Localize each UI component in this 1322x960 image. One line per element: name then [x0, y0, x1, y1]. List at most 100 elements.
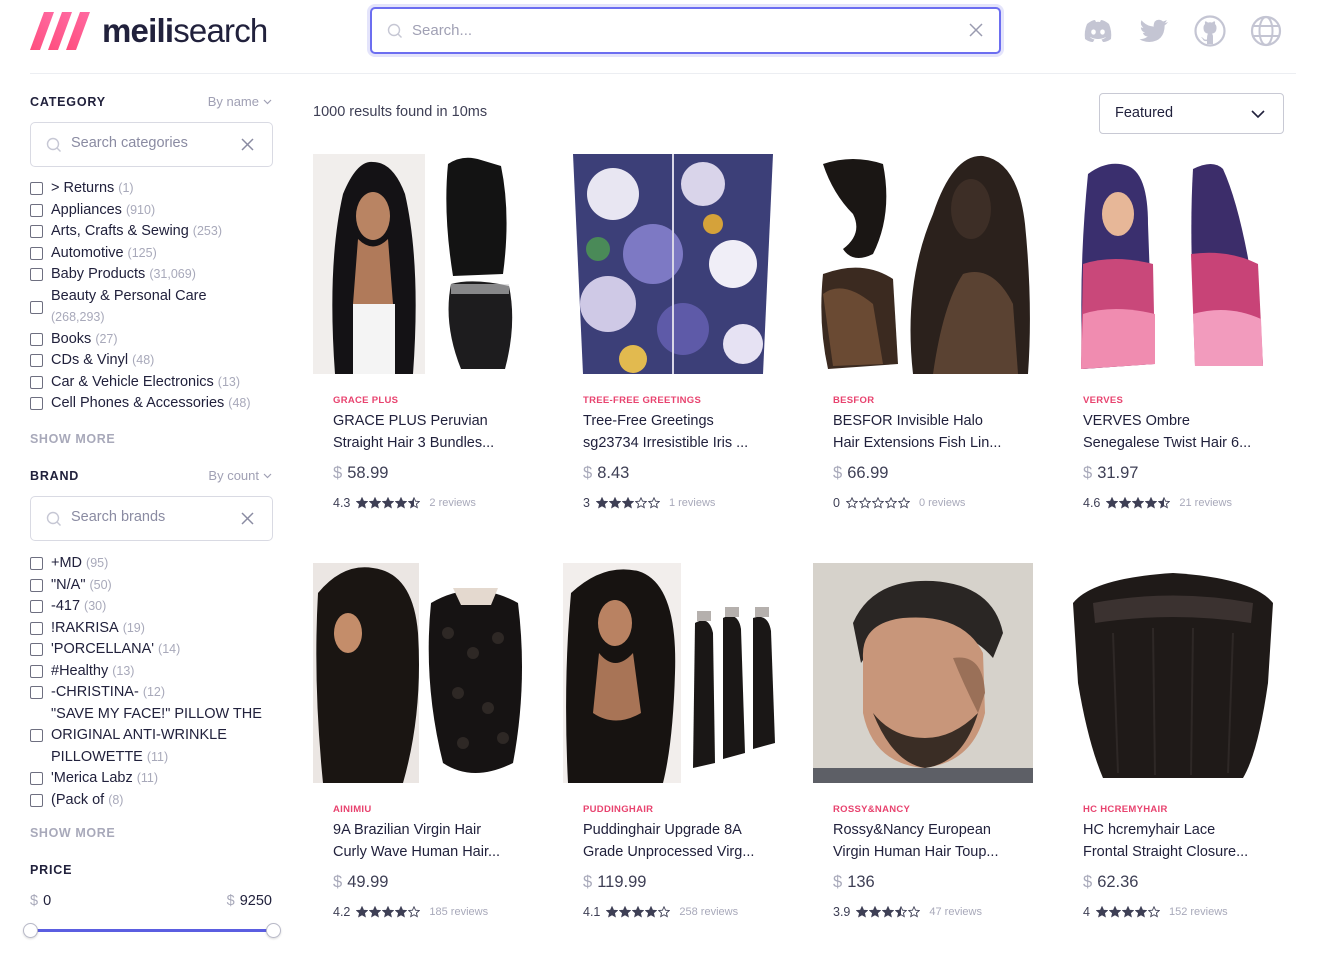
product-image[interactable] [813, 154, 1033, 374]
product-title[interactable]: HC hcremyhair Lace Frontal Straight Closu… [1083, 820, 1283, 863]
checkbox[interactable] [30, 246, 43, 260]
review-count: 21 reviews [1179, 497, 1232, 509]
category-item[interactable]: > Returns (1) [30, 178, 275, 200]
brand-show-more-button[interactable]: SHOW MORE [30, 826, 115, 840]
star-filled-icon [369, 497, 382, 509]
product-image[interactable] [1063, 154, 1283, 374]
product-image[interactable] [1063, 563, 1283, 783]
brand-search-box [30, 496, 273, 541]
checkbox[interactable] [30, 354, 43, 368]
price-value: 58.99 [347, 464, 389, 482]
checkbox[interactable] [30, 332, 43, 346]
product-image[interactable] [313, 154, 533, 374]
clear-category-search-icon[interactable] [241, 138, 254, 151]
product-title[interactable]: GRACE PLUS Peruvian Straight Hair 3 Bundl… [333, 411, 533, 454]
checkbox[interactable] [30, 686, 43, 700]
brand-count: (12) [142, 685, 166, 699]
category-count: (1) [118, 181, 134, 195]
checkbox[interactable] [30, 375, 43, 389]
price-slider-max-handle[interactable] [266, 923, 281, 938]
category-search-input[interactable] [71, 135, 231, 151]
category-show-more-button[interactable]: SHOW MORE [30, 432, 115, 446]
product-title[interactable]: 9A Brazilian Virgin Hair Curly Wave Human… [333, 820, 533, 863]
checkbox[interactable] [30, 182, 43, 196]
brand-item[interactable]: (Pack of (8) [30, 790, 275, 812]
category-item[interactable]: Arts, Crafts & Sewing (253) [30, 221, 275, 243]
brand-list: +MD (95) "N/A" (50) -417 (30) !RAKRISA (19) … [30, 553, 275, 811]
brand-count: (8) [108, 792, 124, 807]
product-image[interactable] [813, 563, 1033, 783]
checkbox[interactable] [30, 729, 43, 743]
price-facet-header: PRICE [30, 863, 272, 877]
brand-sort-select[interactable]: By count [208, 468, 272, 483]
checkbox[interactable] [30, 664, 43, 678]
brand-count: (13) [112, 663, 135, 678]
brand-item[interactable]: !RAKRISA (19) [30, 618, 275, 640]
product-title[interactable]: BESFOR Invisible Halo Hair Extensions Fis… [833, 411, 1033, 454]
twitter-icon[interactable] [1137, 14, 1171, 48]
category-item[interactable]: CDs & Vinyl (48) [30, 350, 275, 372]
currency-symbol: $ [833, 464, 843, 482]
category-item[interactable]: Cell Phones & Accessories (48) [30, 393, 275, 415]
product-title[interactable]: Rossy&Nancy European Virgin Human Hair To… [833, 820, 1033, 863]
brand-item[interactable]: "N/A" (50) [30, 575, 275, 597]
checkbox[interactable] [30, 621, 43, 635]
checkbox[interactable] [30, 578, 43, 592]
category-label: > Returns [51, 180, 115, 196]
category-item[interactable]: Automotive (125) [30, 243, 275, 265]
category-item[interactable]: Car & Vehicle Electronics (13) [30, 372, 275, 394]
product-brand: BESFOR [833, 395, 875, 406]
category-item[interactable]: Baby Products (31,069) [30, 264, 275, 286]
github-icon[interactable] [1193, 14, 1227, 48]
star-rating [356, 497, 421, 509]
category-item[interactable]: Appliances (910) [30, 200, 275, 222]
brand-item[interactable]: -CHRISTINA- (12) [30, 682, 275, 704]
checkbox[interactable] [30, 600, 43, 614]
search-input[interactable] [372, 22, 999, 39]
product-image-graphic [813, 563, 1033, 783]
clear-brand-search-icon[interactable] [241, 512, 254, 525]
clear-search-icon[interactable] [969, 23, 983, 37]
product-title[interactable]: Puddinghair Upgrade 8A Grade Unprocessed … [583, 820, 783, 863]
review-count: 0 reviews [918, 497, 966, 509]
sort-select[interactable]: Featured [1099, 93, 1284, 134]
checkbox[interactable] [30, 225, 43, 239]
checkbox[interactable] [30, 793, 43, 807]
price-slider[interactable] [23, 923, 281, 938]
category-item[interactable]: Books (27) [30, 329, 275, 351]
brand-item[interactable]: 'Merica Labz (11) [30, 768, 275, 790]
product-price: $8.43 [583, 464, 629, 483]
discord-icon[interactable] [1081, 14, 1115, 48]
brand-item[interactable]: 'PORCELLANA' (14) [30, 639, 275, 661]
checkbox[interactable] [30, 300, 43, 314]
star-filled-icon [1134, 906, 1147, 918]
checkbox[interactable] [30, 268, 43, 282]
product-image[interactable] [313, 563, 533, 783]
category-sort-label: By name [207, 94, 259, 109]
product-title-line: HC hcremyhair Lace [1083, 822, 1216, 838]
brand-item[interactable]: +MD (95) [30, 553, 275, 575]
checkbox[interactable] [30, 557, 43, 571]
checkbox[interactable] [30, 643, 43, 657]
checkbox[interactable] [30, 397, 43, 411]
meilisearch-logo[interactable]: meilisearch [30, 12, 268, 50]
category-sort-select[interactable]: By name [208, 94, 272, 109]
brand-item[interactable]: -417 (30) [30, 596, 275, 618]
product-title-line: Straight Hair 3 Bundles... [333, 434, 495, 451]
brand-item[interactable]: #Healthy (13) [30, 661, 275, 683]
brand-search-input[interactable] [71, 509, 231, 525]
price-slider-min-handle[interactable] [23, 923, 38, 938]
product-image[interactable] [563, 563, 783, 783]
product-title[interactable]: Tree-Free Greetings sg23734 Irresistible … [583, 411, 783, 454]
star-filled-icon [595, 497, 608, 509]
checkbox[interactable] [30, 203, 43, 217]
checkbox[interactable] [30, 772, 43, 786]
category-item[interactable]: Beauty & Personal Care (268,293) [30, 286, 275, 329]
rating-value: 4.6 [1083, 496, 1101, 510]
product-title[interactable]: VERVES Ombre Senegalese Twist Hair 6... [1083, 411, 1283, 454]
product-image[interactable] [563, 154, 783, 374]
category-facet-header: CATEGORY By name [30, 94, 272, 109]
brand-item[interactable]: "SAVE MY FACE!" PILLOW THE ORIGINAL ANTI-… [30, 704, 275, 769]
brand-label: +MD [51, 555, 83, 571]
globe-icon[interactable] [1249, 14, 1283, 48]
